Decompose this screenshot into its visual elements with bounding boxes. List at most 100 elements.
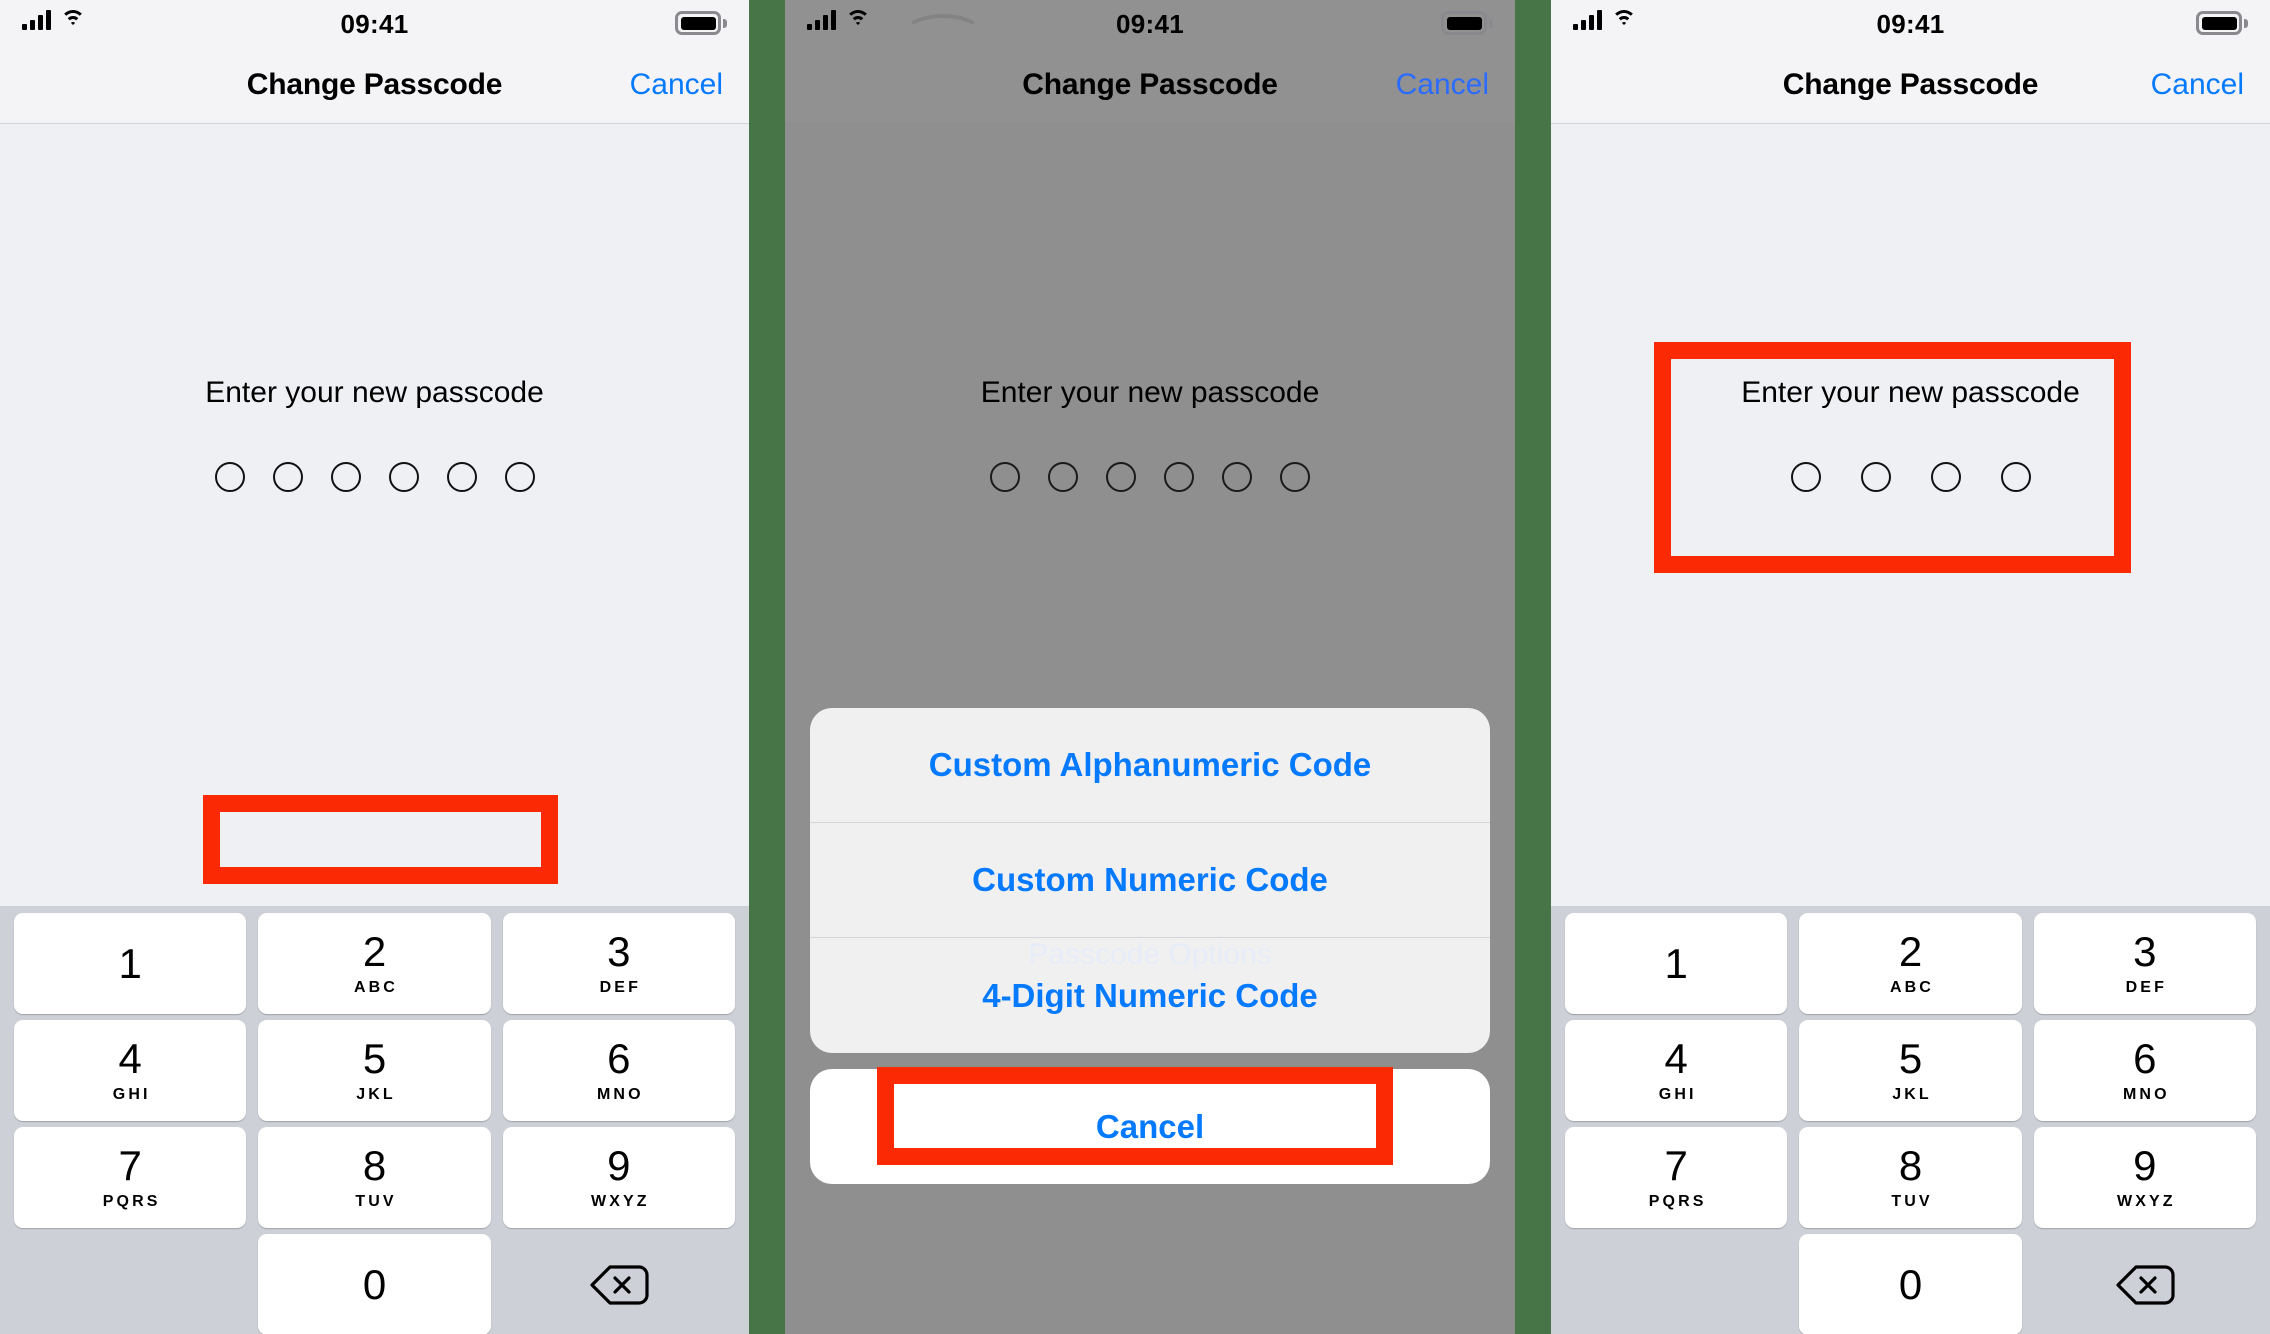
cancel-button[interactable]: Cancel bbox=[630, 68, 723, 102]
annotation-highlight-4-digit-numeric-code bbox=[877, 1067, 1393, 1165]
key-spacer bbox=[1565, 1234, 1787, 1334]
navigation-bar: Change Passcode Cancel bbox=[1551, 46, 2270, 124]
passcode-dot bbox=[446, 462, 477, 492]
key-8[interactable]: 8 TUV bbox=[1799, 1127, 2022, 1228]
navigation-bar: Change Passcode Cancel bbox=[0, 46, 749, 124]
key-5[interactable]: 5 JKL bbox=[258, 1020, 491, 1121]
delete-key[interactable] bbox=[2034, 1234, 2256, 1334]
key-number: 9 bbox=[607, 1141, 631, 1189]
key-2[interactable]: 2 ABC bbox=[1799, 913, 2022, 1014]
key-1[interactable]: 1 bbox=[1565, 913, 1788, 1014]
action-sheet-options-group: Custom Alphanumeric Code Custom Numeric … bbox=[810, 708, 1490, 1053]
key-1[interactable]: 1 bbox=[14, 913, 247, 1014]
key-number: 8 bbox=[362, 1141, 387, 1189]
passcode-dot bbox=[1106, 462, 1136, 492]
annotation-highlight-passcode-options bbox=[203, 795, 558, 884]
prompt-label: Enter your new passcode bbox=[205, 376, 544, 409]
key-number: 9 bbox=[2133, 1141, 2157, 1189]
action-sheet-item-custom-numeric[interactable]: Custom Numeric Code bbox=[810, 823, 1490, 938]
action-sheet-item-4-digit-numeric[interactable]: 4-Digit Numeric Code bbox=[810, 938, 1490, 1053]
key-9[interactable]: 9 WXYZ bbox=[502, 1127, 735, 1228]
key-3[interactable]: 3 DEF bbox=[2033, 913, 2256, 1014]
panel-3-four-digit-passcode: 09:41 Change Passcode Cancel Enter your … bbox=[1551, 0, 2270, 1334]
page-title: Change Passcode bbox=[1782, 67, 2039, 101]
key-9[interactable]: 9 WXYZ bbox=[2033, 1127, 2256, 1228]
panel-divider bbox=[749, 0, 785, 1334]
keypad-row: 7 PQRS 8 TUV 9 WXYZ bbox=[1559, 1127, 2262, 1228]
key-5[interactable]: 5 JKL bbox=[1799, 1020, 2022, 1121]
key-letters: TUV bbox=[1891, 1192, 1933, 1210]
key-letters: PQRS bbox=[102, 1192, 161, 1210]
key-6[interactable]: 6 MNO bbox=[502, 1020, 735, 1121]
key-3[interactable]: 3 DEF bbox=[502, 913, 735, 1014]
key-letters: GHI bbox=[112, 1085, 151, 1103]
passcode-dot bbox=[504, 462, 535, 492]
annotation-highlight-prompt-and-dots bbox=[1654, 342, 2131, 573]
cancel-button[interactable]: Cancel bbox=[1396, 68, 1489, 102]
status-bar: 09:41 bbox=[0, 0, 749, 46]
passcode-dot bbox=[330, 462, 361, 492]
key-letters: MNO bbox=[2123, 1085, 2170, 1103]
backspace-delete-icon bbox=[2116, 1264, 2175, 1305]
numeric-keypad: 1 2 ABC 3 DEF 4 GHI 5 JKL 6 MNO 7 PQRS 8 TUV 9 W… bbox=[1551, 906, 2270, 1334]
page-title: Change Passcode bbox=[246, 67, 503, 101]
passcode-dot bbox=[1280, 462, 1310, 492]
key-number: 7 bbox=[118, 1141, 142, 1189]
battery-full-icon bbox=[2196, 11, 2248, 35]
passcode-prompt-block: Enter your new passcode bbox=[785, 376, 1515, 492]
key-7[interactable]: 7 PQRS bbox=[1565, 1127, 1788, 1228]
passcode-dot-field[interactable] bbox=[0, 462, 749, 492]
key-number: 2 bbox=[362, 927, 387, 975]
passcode-dot bbox=[1222, 462, 1252, 492]
key-4[interactable]: 4 GHI bbox=[14, 1020, 247, 1121]
action-sheet-item-custom-alphanumeric[interactable]: Custom Alphanumeric Code bbox=[810, 708, 1490, 823]
passcode-prompt-block: Enter your new passcode bbox=[0, 376, 749, 492]
key-letters: DEF bbox=[599, 978, 641, 996]
passcode-dot bbox=[1048, 462, 1078, 492]
key-4[interactable]: 4 GHI bbox=[1565, 1020, 1788, 1121]
navigation-bar: Change Passcode Cancel bbox=[785, 46, 1515, 124]
key-6[interactable]: 6 MNO bbox=[2033, 1020, 2256, 1121]
key-number: 3 bbox=[607, 927, 631, 975]
key-0[interactable]: 0 bbox=[258, 1234, 491, 1334]
passcode-dot bbox=[990, 462, 1020, 492]
passcode-dot-field bbox=[785, 462, 1515, 492]
key-letters: ABC bbox=[354, 978, 398, 996]
key-number: 4 bbox=[1664, 1034, 1688, 1082]
key-letters: MNO bbox=[597, 1085, 644, 1103]
key-8[interactable]: 8 TUV bbox=[258, 1127, 491, 1228]
keypad-row: 4 GHI 5 JKL 6 MNO bbox=[8, 1020, 741, 1121]
key-0[interactable]: 0 bbox=[1799, 1234, 2022, 1334]
key-2[interactable]: 2 ABC bbox=[258, 913, 491, 1014]
page-title: Change Passcode bbox=[1022, 67, 1278, 101]
status-clock: 09:41 bbox=[1116, 9, 1184, 39]
status-bar: 09:41 bbox=[785, 0, 1515, 46]
delete-key[interactable] bbox=[503, 1234, 735, 1334]
keypad-row: 1 2 ABC 3 DEF bbox=[1559, 913, 2262, 1014]
key-7[interactable]: 7 PQRS bbox=[14, 1127, 247, 1228]
key-number: 5 bbox=[1898, 1034, 1923, 1082]
key-number: 0 bbox=[362, 1260, 387, 1308]
keypad-row: 0 bbox=[8, 1234, 741, 1334]
key-letters: TUV bbox=[355, 1192, 397, 1210]
prompt-label: Enter your new passcode bbox=[980, 376, 1320, 409]
key-letters: JKL bbox=[356, 1085, 396, 1103]
key-number: 0 bbox=[1898, 1260, 1923, 1308]
key-number: 1 bbox=[118, 939, 142, 987]
status-bar: 09:41 bbox=[1551, 0, 2270, 46]
key-number: 3 bbox=[2133, 927, 2157, 975]
battery-full-icon bbox=[675, 11, 727, 35]
key-number: 8 bbox=[1898, 1141, 1923, 1189]
backspace-delete-icon bbox=[590, 1264, 649, 1305]
keypad-row: 4 GHI 5 JKL 6 MNO bbox=[1559, 1020, 2262, 1121]
passcode-dot bbox=[214, 462, 245, 492]
key-number: 7 bbox=[1664, 1141, 1688, 1189]
keypad-row: 7 PQRS 8 TUV 9 WXYZ bbox=[8, 1127, 741, 1228]
battery-full-icon bbox=[1441, 11, 1493, 35]
keypad-row: 1 2 ABC 3 DEF bbox=[8, 913, 741, 1014]
panel-1-content: Enter your new passcode Passcode Options… bbox=[0, 124, 749, 1334]
panel-divider bbox=[1515, 0, 1551, 1334]
cancel-button[interactable]: Cancel bbox=[2151, 68, 2244, 102]
panel-1-enter-new-passcode: 09:41 Change Passcode Cancel Enter your … bbox=[0, 0, 749, 1334]
passcode-dot bbox=[1164, 462, 1194, 492]
